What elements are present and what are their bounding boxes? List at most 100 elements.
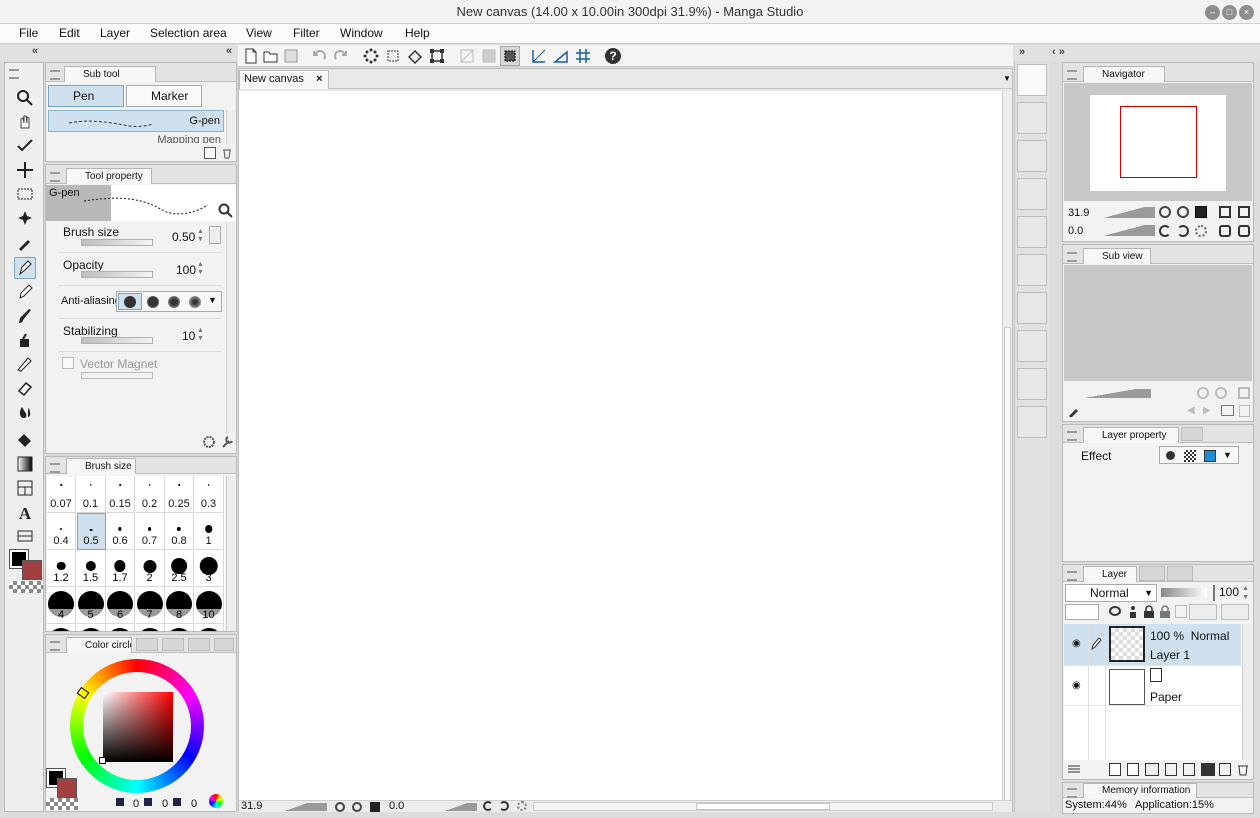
minimize-button[interactable]: –: [1205, 5, 1220, 20]
frame-border-tool-icon[interactable]: [14, 477, 36, 499]
brush-size-cell[interactable]: 0.2: [135, 476, 165, 513]
subtool-group-pen[interactable]: Pen: [48, 85, 124, 107]
subtool-scrollbar[interactable]: [226, 110, 235, 144]
mask-icon[interactable]: [1175, 605, 1187, 618]
aa-dropdown-icon[interactable]: ▼: [208, 295, 217, 305]
material-landscape-icon[interactable]: [1017, 292, 1047, 324]
reset-icon[interactable]: [202, 435, 216, 449]
save-icon[interactable]: [282, 47, 300, 65]
sub-color-swatch[interactable]: [22, 560, 42, 580]
layer-opacity-handle[interactable]: [1213, 585, 1215, 601]
ruler-range-select[interactable]: [1189, 604, 1217, 620]
aa-none-option[interactable]: [118, 293, 142, 310]
brush-size-cell[interactable]: 0.8: [165, 513, 194, 550]
paper-thumbnail[interactable]: [1109, 669, 1145, 705]
menu-view[interactable]: View: [246, 26, 272, 40]
transfer-layer-icon[interactable]: [1165, 763, 1177, 776]
material-effect-icon[interactable]: [1017, 254, 1047, 286]
material-pencil-icon[interactable]: [1017, 330, 1047, 362]
brush-size-cell-partial[interactable]: [47, 624, 76, 631]
status-zoom-out-icon[interactable]: [335, 802, 345, 812]
color-transparent-swatch[interactable]: [46, 798, 78, 810]
brush-size-cell[interactable]: 2: [135, 550, 165, 587]
hue-mode-icon[interactable]: [116, 798, 124, 806]
brush-size-cell[interactable]: 10: [194, 587, 224, 624]
effect-tone-icon[interactable]: [1184, 450, 1196, 462]
subview-zoom-out-icon[interactable]: [1197, 387, 1209, 399]
sub-view-grip-icon[interactable]: [1065, 250, 1079, 262]
layer-property-tab[interactable]: Layer property: [1083, 427, 1179, 443]
selection-tool-icon[interactable]: [14, 183, 36, 205]
mask-layer-icon[interactable]: [1201, 763, 1215, 776]
new-folder-icon[interactable]: [1145, 763, 1159, 776]
merge-layer-icon[interactable]: [1183, 763, 1195, 776]
lock-layer-icon[interactable]: [1143, 605, 1155, 618]
brush-size-cell[interactable]: 0.7: [135, 513, 165, 550]
navigator-view-frame[interactable]: [1120, 106, 1197, 178]
brush-size-cell[interactable]: 4: [47, 587, 76, 624]
layer-palette-color-select[interactable]: [1221, 604, 1249, 620]
collapse-subtool-icon[interactable]: «: [226, 45, 232, 57]
layer-row-layer1[interactable]: ◉ 100 % Normal Layer 1: [1064, 624, 1241, 665]
layer-search-tab[interactable]: [1181, 427, 1203, 441]
layer-menu-icon[interactable]: [1067, 763, 1081, 775]
aa-medium-option[interactable]: [168, 296, 180, 308]
brush-size-cell[interactable]: 0.07: [47, 476, 76, 513]
tool-property-grip-icon[interactable]: [48, 170, 62, 182]
canvas-vscrollbar[interactable]: [1002, 91, 1012, 807]
transform-dots-icon[interactable]: [362, 47, 380, 65]
opacity-slider[interactable]: [81, 271, 153, 278]
layer-row-paper[interactable]: ◉ Paper: [1064, 665, 1241, 706]
status-rotate-left-icon[interactable]: [483, 801, 493, 811]
brush-size-grip-icon[interactable]: [48, 461, 62, 473]
sub-view-area[interactable]: [1064, 265, 1252, 381]
sat-mode-icon[interactable]: [144, 798, 152, 806]
aa-weak-option[interactable]: [147, 296, 159, 308]
status-reset-rotate-icon[interactable]: [517, 801, 527, 811]
sub-view-tab[interactable]: Sub view: [1083, 248, 1151, 264]
tool-property-scrollbar[interactable]: [226, 223, 235, 433]
nav-fullscreen-icon[interactable]: [1219, 206, 1231, 218]
wrench-icon[interactable]: [220, 435, 234, 449]
brush-size-value[interactable]: 0.50: [172, 230, 195, 244]
status-rotate-right-icon[interactable]: [499, 801, 509, 811]
subtool-item-gpen[interactable]: G-pen: [48, 110, 224, 132]
new-subtool-icon[interactable]: [204, 147, 216, 159]
new-file-icon[interactable]: [242, 47, 260, 65]
brush-settings-icon[interactable]: [218, 203, 233, 218]
status-zoom-in-icon[interactable]: [352, 802, 362, 812]
operation-tool-icon[interactable]: [14, 135, 36, 157]
color-sub-swatch[interactable]: [57, 778, 77, 798]
free-transform-icon[interactable]: [428, 47, 446, 65]
navigator-zoom-slider[interactable]: [1093, 207, 1155, 218]
nav-flip-v-icon[interactable]: [1238, 225, 1250, 237]
clear-outside-icon[interactable]: [458, 47, 476, 65]
reference-layer-icon[interactable]: [1127, 605, 1139, 618]
brush-size-cell[interactable]: 0.15: [106, 476, 135, 513]
canvas-tab-close-icon[interactable]: ×: [316, 71, 322, 88]
color-grip-icon[interactable]: [48, 639, 62, 651]
vector-magnet-checkbox[interactable]: [62, 357, 74, 369]
airbrush-tool-icon[interactable]: [14, 329, 36, 351]
layer-list-scrollbar[interactable]: [1242, 624, 1252, 760]
effect-border-icon[interactable]: [1166, 451, 1175, 460]
brush-size-cell[interactable]: 6: [106, 587, 135, 624]
stabilizing-value[interactable]: 10: [182, 329, 195, 343]
subtool-item-mapping-pen[interactable]: Mapping pen: [48, 134, 224, 143]
move-layer-tool-icon[interactable]: [14, 159, 36, 181]
brush-size-cell[interactable]: 0.1: [76, 476, 106, 513]
undo-icon[interactable]: [310, 47, 328, 65]
navigator-tab[interactable]: Navigator: [1083, 66, 1165, 82]
layer1-edit-pen-icon[interactable]: [1090, 636, 1102, 650]
nav-rotate-right-icon[interactable]: [1177, 225, 1189, 237]
balloon-tool-icon[interactable]: [14, 525, 36, 547]
hand-tool-icon[interactable]: [14, 111, 36, 133]
material-3d-icon[interactable]: [1017, 368, 1047, 400]
status-fit-icon[interactable]: [370, 802, 380, 812]
brush-size-cell[interactable]: 0.4: [47, 513, 76, 550]
brush-tool-icon[interactable]: [14, 305, 36, 327]
material-x-icon[interactable]: [1017, 140, 1047, 172]
maximize-button[interactable]: □: [1222, 5, 1237, 20]
effect-color-icon[interactable]: [1204, 450, 1216, 462]
brush-size-cell[interactable]: 7: [135, 587, 165, 624]
